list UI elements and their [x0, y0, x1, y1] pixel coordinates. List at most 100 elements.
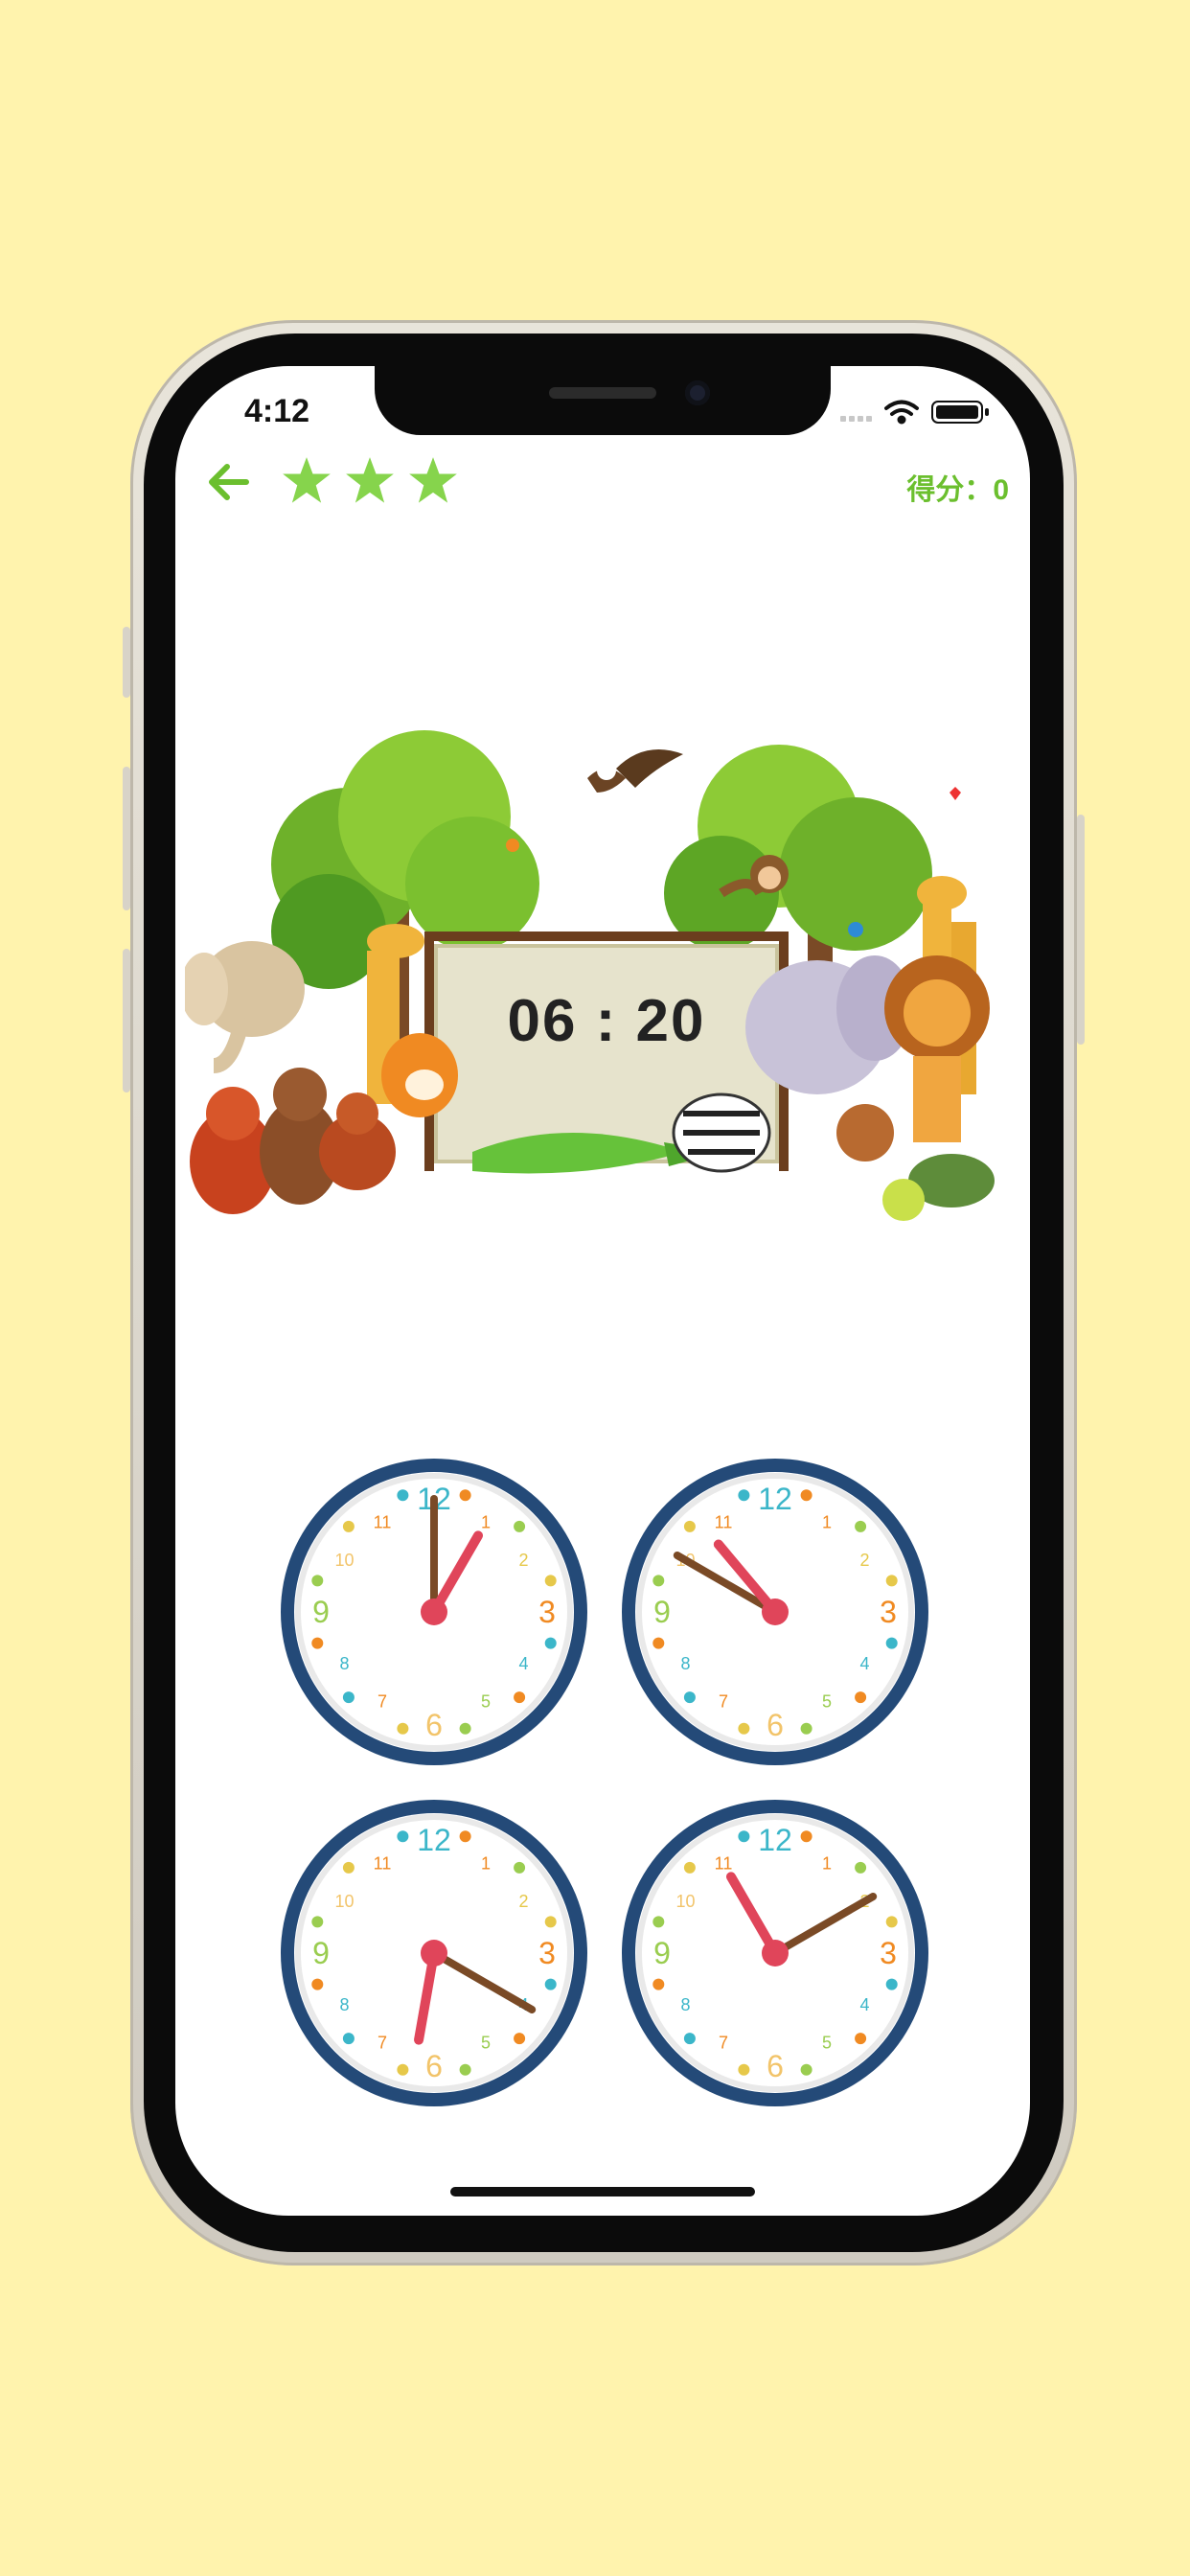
clock-number: 7: [378, 1692, 387, 1712]
butterfly: [506, 839, 519, 852]
status-time: 4:12: [244, 393, 310, 429]
clock-number: 3: [538, 1936, 556, 1970]
minute-dot: [683, 2033, 696, 2045]
minute-dot: [342, 1520, 355, 1532]
app-screen: 4:12 得分：0 06: 20 1 2 3 4 5 6 7 8 9 10 1…: [175, 366, 1030, 2216]
clock-option-3[interactable]: 121234567891011: [279, 1798, 589, 2108]
zebra: [672, 1092, 771, 1173]
arrow-left-icon: [209, 464, 249, 500]
clock-number: 11: [374, 1512, 392, 1531]
clock-number: 3: [880, 1595, 897, 1629]
clock-number: 11: [715, 1853, 733, 1873]
star-icon: [346, 457, 394, 503]
parrot: [848, 922, 863, 937]
minute-dot: [459, 2063, 471, 2076]
red-panda: [319, 1092, 396, 1190]
minute-dot: [738, 1830, 750, 1843]
minute-dot: [652, 1575, 665, 1587]
elephant-left: [185, 941, 305, 1073]
minute-dot: [514, 2033, 526, 2045]
target-time: 06 : 20: [507, 988, 706, 1054]
clock-number: 5: [822, 2034, 832, 2053]
clock-number: 6: [767, 2049, 784, 2083]
minute-dot: [683, 1520, 696, 1532]
home-indicator: [450, 2187, 755, 2196]
clock-number: 5: [822, 1692, 832, 1712]
minute-dot: [652, 1978, 665, 1990]
clock-number: 6: [767, 1708, 784, 1742]
minute-dot: [311, 1916, 324, 1928]
clock-number: 9: [653, 1936, 671, 1970]
clock-number: 7: [719, 1692, 728, 1712]
zoo-animals-illustration: [185, 730, 995, 1221]
minute-dot: [514, 1520, 526, 1532]
clock-number: 4: [860, 1654, 870, 1673]
speaker: [549, 387, 656, 399]
star-icon: [283, 457, 331, 503]
star-icon: [409, 457, 457, 503]
clock-number: 1: [822, 1853, 832, 1873]
clock-option-2[interactable]: 121234567891011: [620, 1457, 930, 1767]
clock-number: 9: [312, 1595, 330, 1629]
clock-number: 7: [378, 2034, 387, 2053]
clock-number: 3: [880, 1936, 897, 1970]
minute-dot: [459, 1489, 471, 1502]
minute-dot: [885, 1916, 898, 1928]
clock-number: 1: [481, 1853, 491, 1873]
clock-number: 12: [758, 1823, 792, 1857]
score-value: 0: [993, 474, 1009, 506]
clock-option-4[interactable]: 121234567891011: [620, 1798, 930, 2108]
battery-icon: [931, 401, 989, 424]
minute-dot: [652, 1637, 665, 1649]
notch: [375, 366, 831, 435]
star-rating: [281, 455, 459, 507]
clock-number: 4: [519, 1654, 529, 1673]
heart: [950, 787, 961, 800]
minute-dot: [855, 1861, 867, 1874]
minute-dot: [885, 1978, 898, 1990]
clock-number: 8: [339, 1654, 349, 1673]
minute-dot: [855, 1691, 867, 1704]
minute-dot: [885, 1575, 898, 1587]
clock-option-1[interactable]: 121234567891011: [279, 1457, 589, 1767]
clock-number: 5: [481, 2034, 491, 2053]
minute-dot: [342, 1691, 355, 1704]
turtle: [882, 1154, 995, 1221]
tiger: [381, 1033, 458, 1117]
wifi-icon: [884, 400, 919, 425]
minute-dot: [738, 2063, 750, 2076]
clock-number: 2: [519, 1551, 529, 1570]
minute-dot: [544, 1916, 557, 1928]
minute-dot: [397, 1722, 409, 1735]
minute-dot: [855, 2033, 867, 2045]
clock-number: 2: [860, 1551, 870, 1570]
eagle: [587, 749, 683, 793]
clock-number: 2: [519, 1892, 529, 1911]
back-button[interactable]: [204, 457, 254, 507]
minute-dot: [683, 1691, 696, 1704]
minute-dot: [855, 1520, 867, 1532]
minute-dot: [311, 1637, 324, 1649]
minute-dot: [397, 1489, 409, 1502]
phone-side-button: [1077, 815, 1085, 1045]
clock-number: 3: [538, 1595, 556, 1629]
minute-dot: [342, 2033, 355, 2045]
minute-dot: [683, 1861, 696, 1874]
clock-number: 9: [312, 1936, 330, 1970]
status-icons: [840, 397, 994, 426]
clock-number: 4: [860, 1995, 870, 2014]
phone-side-button: [123, 949, 130, 1092]
minute-dot: [738, 1489, 750, 1502]
clock-number: 6: [425, 2049, 443, 2083]
minute-dot: [800, 1722, 812, 1735]
minute-dot: [397, 1830, 409, 1843]
clock-number: 12: [417, 1823, 451, 1857]
minute-dot: [800, 1489, 812, 1502]
clock-number: 1: [822, 1512, 832, 1531]
phone-side-button: [123, 627, 130, 698]
minute-dot: [514, 1691, 526, 1704]
minute-dot: [311, 1978, 324, 1990]
clock-number: 6: [425, 1708, 443, 1742]
clock-center-pin: [762, 1940, 789, 1966]
clock-center-pin: [762, 1598, 789, 1625]
